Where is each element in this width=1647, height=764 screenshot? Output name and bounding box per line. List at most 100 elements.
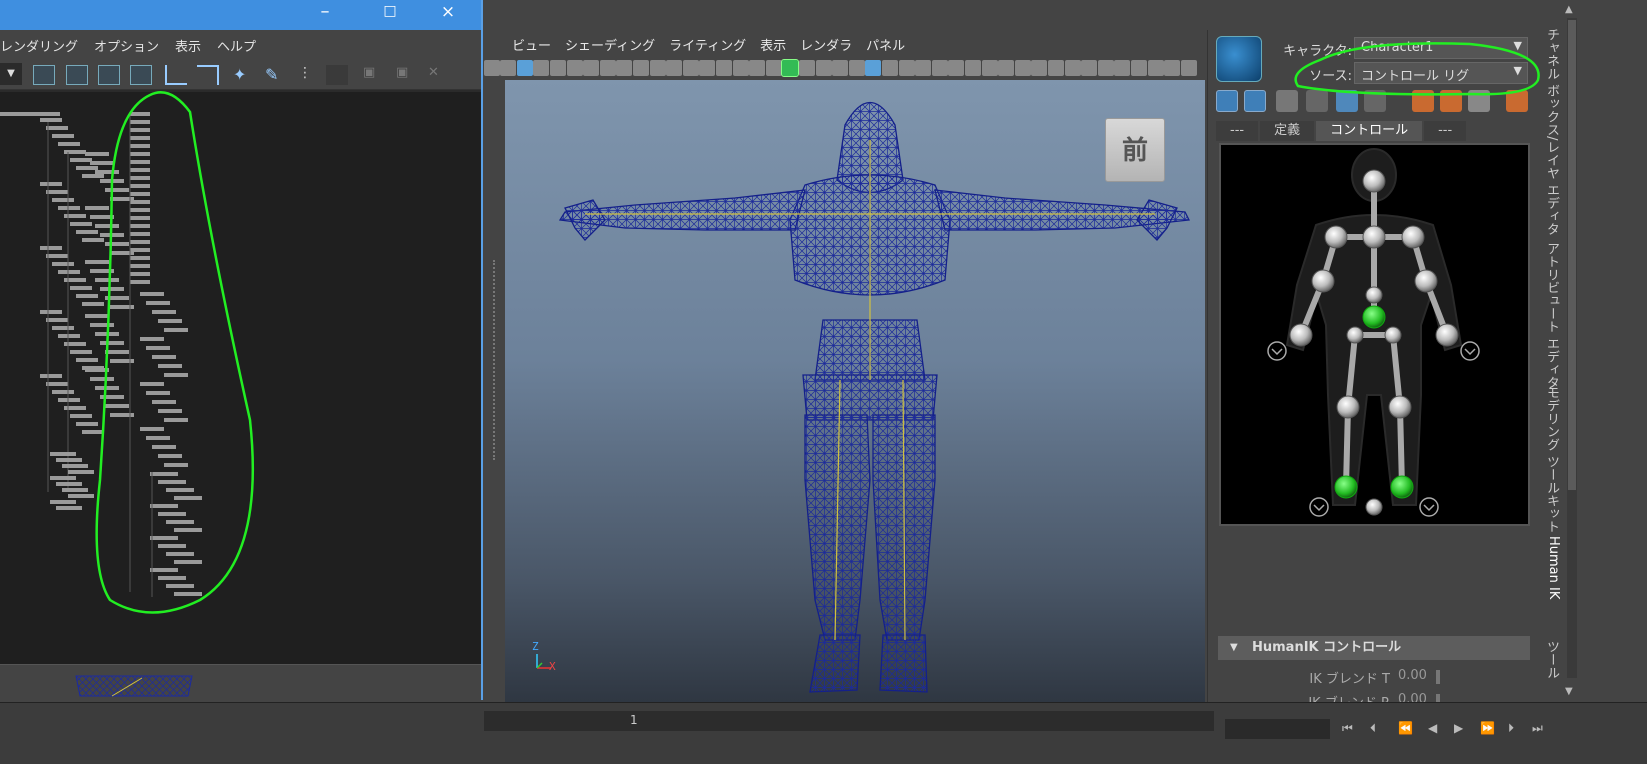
selection-only-icon[interactable] <box>1276 90 1298 112</box>
menu-show[interactable]: 表示 <box>167 36 209 55</box>
full-body-icon[interactable] <box>1216 90 1238 112</box>
menu-options[interactable]: オプション <box>86 36 167 55</box>
viewport-tool-icon[interactable] <box>732 60 749 76</box>
viewport-menu-show[interactable]: 表示 <box>753 35 793 54</box>
tab-human-ik[interactable]: Human IK <box>1541 536 1561 599</box>
panel-splitter[interactable] <box>493 260 495 460</box>
viewport-menu-shading[interactable]: シェーディング <box>558 35 662 54</box>
menu-dots-icon[interactable]: ⋮ <box>298 65 320 85</box>
humanik-logo-icon[interactable] <box>1216 36 1262 82</box>
viewport-tool-icon[interactable] <box>516 60 533 76</box>
maximize-button[interactable]: □ <box>367 0 413 28</box>
viewport-menu-view[interactable]: ビュー <box>505 35 558 54</box>
tab-definition[interactable]: 定義 <box>1260 121 1315 141</box>
edit-bookmark-icon[interactable]: ✎ <box>265 65 287 85</box>
menu-help[interactable]: ヘルプ <box>209 36 264 55</box>
scrollbar-thumb[interactable] <box>1568 20 1576 490</box>
viewport-tool-icon[interactable] <box>1180 60 1197 76</box>
viewport-tool-icon[interactable] <box>915 60 932 76</box>
viewport-tool-icon[interactable] <box>1048 60 1064 76</box>
key-body-part-icon[interactable] <box>1440 90 1462 112</box>
viewport-tool-icon[interactable] <box>1014 60 1031 76</box>
viewport-tool-icon[interactable] <box>1064 60 1081 76</box>
scroll-down-icon[interactable]: ▼ <box>1565 686 1573 697</box>
viewport-tool-icon[interactable] <box>765 60 782 76</box>
3d-viewport[interactable]: 前 Z X <box>505 80 1205 702</box>
play-forward-icon[interactable]: ▶ <box>1454 721 1463 735</box>
viewport-tool-icon[interactable] <box>566 60 583 76</box>
viewport-tool-icon[interactable] <box>799 60 815 76</box>
viewport-menu-panels[interactable]: パネル <box>859 35 912 54</box>
viewport-tool-icon[interactable] <box>699 60 716 76</box>
scrollbar-track[interactable] <box>1567 18 1577 678</box>
viewport-menu-renderer[interactable]: レンダラ <box>793 35 859 54</box>
humanik-controls-section[interactable]: ▼ HumanIK コントロール <box>1218 636 1530 660</box>
source-select[interactable]: コントロール リグ ▼ <box>1354 62 1528 84</box>
viewport-tool-icon[interactable] <box>649 60 666 76</box>
viewport-tool-icon[interactable] <box>981 60 998 76</box>
viewport-tool-icon[interactable] <box>848 60 865 76</box>
viewport-tool-icon[interactable] <box>865 60 882 76</box>
tab-modeling-toolkit[interactable]: モデリング ツールキット <box>1541 386 1561 533</box>
viewport-tool-icon[interactable] <box>1081 60 1098 76</box>
current-frame-field[interactable] <box>1225 719 1330 739</box>
tab-tool[interactable]: ツール <box>1541 640 1561 679</box>
pin-rotation-icon[interactable] <box>1364 90 1386 112</box>
key-all-icon[interactable] <box>1412 90 1434 112</box>
tab-channel-box[interactable]: チャネル ボックス/レイヤ エディタ <box>1541 28 1561 236</box>
viewcube[interactable]: 前 <box>1105 118 1165 182</box>
layout-icon[interactable] <box>33 65 55 85</box>
viewport-tool-icon[interactable] <box>1131 60 1147 76</box>
chevron-down-icon[interactable]: ▼ <box>0 63 22 85</box>
viewport-tool-icon[interactable] <box>1114 60 1131 76</box>
minimize-button[interactable]: – <box>302 0 348 28</box>
close-graph-icon[interactable]: ✕ <box>428 65 450 85</box>
go-to-end-icon[interactable]: ⏭ <box>1532 721 1543 736</box>
viewport-tool-icon[interactable] <box>500 60 517 76</box>
viewport-tool-icon[interactable] <box>483 60 500 76</box>
attr-slider[interactable] <box>1436 670 1440 684</box>
viewport-tool-icon[interactable] <box>948 60 965 76</box>
step-forward-key-icon[interactable]: ⏩ <box>1480 721 1495 735</box>
viewport-tool-icon[interactable] <box>583 60 600 76</box>
viewport-tool-icon[interactable] <box>1031 60 1048 76</box>
stance-pose-icon[interactable] <box>1306 90 1328 112</box>
tab-right-spacer[interactable]: --- <box>1424 121 1467 141</box>
figure-key-icon[interactable] <box>1506 90 1528 112</box>
viewport-tool-icon[interactable] <box>898 60 915 76</box>
humanik-character-figure[interactable] <box>1219 143 1530 526</box>
time-slider[interactable] <box>484 711 1214 731</box>
step-forward-icon[interactable]: ⏵ <box>1508 721 1514 736</box>
viewport-tool-icon[interactable] <box>716 60 732 76</box>
go-to-start-icon[interactable]: ⏮ <box>1342 721 1353 736</box>
frame-all-icon[interactable]: ▣ <box>363 65 385 85</box>
collapse-icon[interactable] <box>66 65 88 85</box>
viewport-tool-icon[interactable] <box>633 60 649 76</box>
step-back-key-icon[interactable]: ⏪ <box>1398 721 1413 735</box>
tab-controls[interactable]: コントロール <box>1316 121 1423 141</box>
viewport-tool-icon[interactable] <box>550 60 566 76</box>
viewport-tool-icon[interactable] <box>749 60 766 76</box>
add-bookmark-icon[interactable]: ✦ <box>233 65 255 85</box>
viewport-tool-icon[interactable] <box>882 60 898 76</box>
character-select[interactable]: Character1 ▼ <box>1354 37 1528 59</box>
pin-translation-icon[interactable] <box>1336 90 1358 112</box>
tab-attribute-editor[interactable]: アトリビュート エディタ <box>1541 242 1561 389</box>
viewport-tool-icon[interactable] <box>682 60 699 76</box>
step-back-icon[interactable]: ⏴ <box>1370 721 1376 736</box>
viewport-tool-icon[interactable] <box>599 60 616 76</box>
viewport-tool-icon[interactable] <box>616 60 633 76</box>
viewport-tool-icon[interactable] <box>965 60 981 76</box>
viewport-tool-icon[interactable] <box>1097 60 1114 76</box>
graph-icon[interactable] <box>326 65 348 85</box>
play-back-icon[interactable]: ◀ <box>1428 721 1437 735</box>
viewport-tool-icon[interactable] <box>832 60 849 76</box>
viewport-tool-icon[interactable] <box>1147 60 1164 76</box>
tree-down-icon[interactable] <box>165 65 187 85</box>
body-part-icon[interactable] <box>1244 90 1266 112</box>
tab-left-spacer[interactable]: --- <box>1216 121 1259 141</box>
hypergraph-canvas[interactable] <box>0 92 481 664</box>
viewport-tool-icon[interactable] <box>815 60 832 76</box>
viewport-tool-icon[interactable] <box>781 59 800 77</box>
window-titlebar[interactable]: – □ × <box>0 0 481 30</box>
